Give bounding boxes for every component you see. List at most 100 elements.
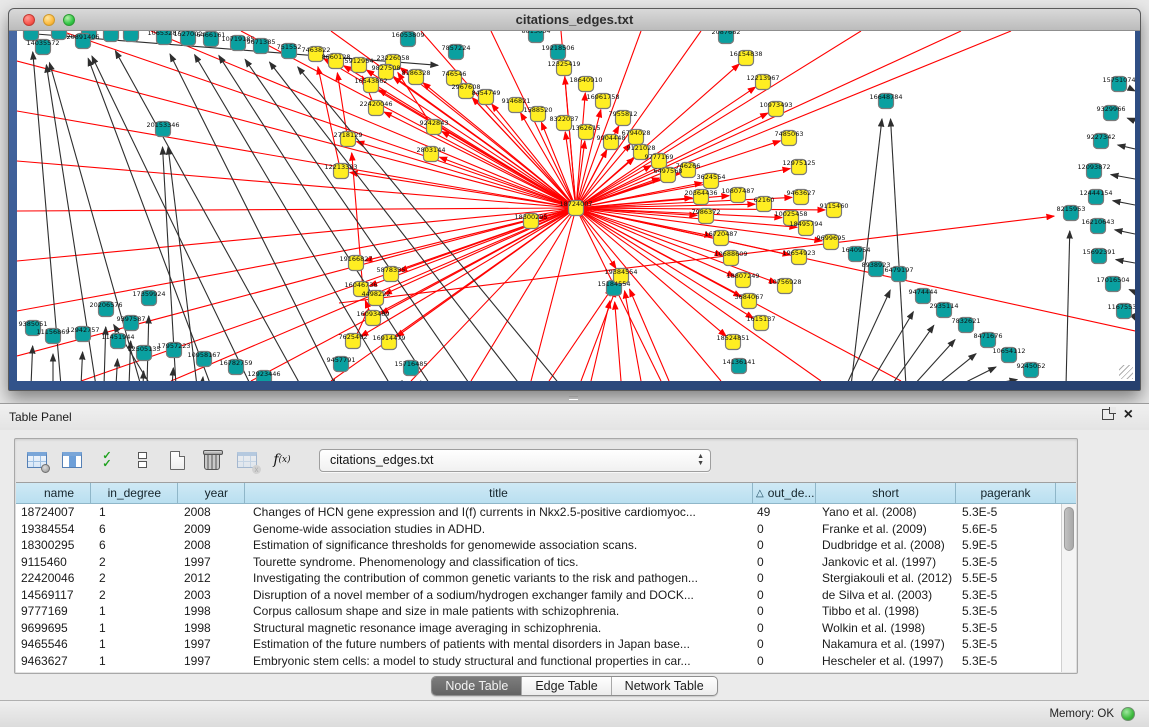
table-cell[interactable]: Tourette syndrome. Phenomenology and cla… [245,555,753,569]
table-cell[interactable]: Dudbridge et al. (2008) [816,538,956,552]
table-row[interactable]: 1872400712008Changes of HCN gene express… [16,504,1061,521]
tab-network-table[interactable]: Network Table [612,677,717,695]
table-cell[interactable]: Estimation of the future numbers of pati… [245,637,753,651]
tab-node-table[interactable]: Node Table [432,677,522,695]
table-cell[interactable]: 2008 [178,505,245,519]
table-cell[interactable]: 2 [91,555,178,569]
row-height-icon[interactable] [130,449,154,471]
table-cell[interactable]: 1 [91,505,178,519]
table-cell[interactable]: Hescheler et al. (1997) [816,654,956,668]
table-cell[interactable]: Disruption of a novel member of a sodium… [245,588,753,602]
table-cell[interactable]: 9465546 [16,637,91,651]
table-cell[interactable]: 1998 [178,604,245,618]
table-cell[interactable]: 5.3E-5 [956,588,1056,602]
table-cell[interactable]: 5.3E-5 [956,604,1056,618]
column-header-title[interactable]: title [245,483,753,503]
minimize-window-icon[interactable] [43,14,55,26]
new-table-icon[interactable] [165,449,189,471]
table-row[interactable]: 911546021997Tourette syndrome. Phenomeno… [16,554,1061,571]
table-cell[interactable]: 5.6E-5 [956,522,1056,536]
table-cell[interactable]: 0 [753,604,816,618]
column-header-year[interactable]: year [178,483,245,503]
table-cell[interactable]: 0 [753,621,816,635]
table-row[interactable]: 946362711997Embryonic stem cells: a mode… [16,653,1061,670]
table-cell[interactable]: Genome-wide association studies in ADHD. [245,522,753,536]
table-cell[interactable]: de Silva et al. (2003) [816,588,956,602]
table-cell[interactable]: Corpus callosum shape and size in male p… [245,604,753,618]
table-cell[interactable]: 1997 [178,654,245,668]
close-window-icon[interactable] [23,14,35,26]
table-cell[interactable]: 5.3E-5 [956,505,1056,519]
table-cell[interactable]: Investigating the contribution of common… [245,571,753,585]
table-cell[interactable]: Wolkin et al. (1998) [816,621,956,635]
close-panel-icon[interactable]: × [1124,409,1133,420]
table-cell[interactable]: 6 [91,522,178,536]
table-cell[interactable]: 9115460 [16,555,91,569]
table-cell[interactable]: Embryonic stem cells: a model to study s… [245,654,753,668]
table-cell[interactable]: 18300295 [16,538,91,552]
function-builder-icon[interactable]: f(x) [270,449,294,471]
table-scrollbar[interactable] [1061,504,1076,672]
table-cell[interactable]: 5.3E-5 [956,637,1056,651]
table-cell[interactable]: 0 [753,522,816,536]
table-cell[interactable]: 0 [753,571,816,585]
table-cell[interactable]: 14569117 [16,588,91,602]
column-header-name[interactable]: name [16,483,91,503]
table-cell[interactable]: 22420046 [16,571,91,585]
table-select[interactable]: citations_edges.txt ▲▼ [319,449,711,472]
float-panel-icon[interactable] [1102,409,1114,420]
column-header-short[interactable]: short [816,483,956,503]
column-header-in_degree[interactable]: in_degree [91,483,178,503]
table-cell[interactable]: 2 [91,588,178,602]
table-cell[interactable]: 5.3E-5 [956,654,1056,668]
table-cell[interactable]: 1997 [178,555,245,569]
table-cell[interactable]: 0 [753,654,816,668]
validate-columns-icon[interactable]: ✓✓ [95,449,119,471]
delete-table-icon[interactable] [200,449,224,471]
canvas-resize-grip[interactable] [1119,365,1133,379]
table-cell[interactable]: 0 [753,538,816,552]
table-cell[interactable]: 2008 [178,538,245,552]
table-cell[interactable]: 6 [91,538,178,552]
graph-node[interactable] [124,31,139,42]
table-cell[interactable]: Nakamura et al. (1997) [816,637,956,651]
table-cell[interactable]: 9463627 [16,654,91,668]
memory-status-icon[interactable] [1121,707,1135,721]
show-columns-icon[interactable] [60,449,84,471]
column-header-pagerank[interactable]: pagerank [956,483,1056,503]
table-cell[interactable]: 18724007 [16,505,91,519]
table-cell[interactable]: 1 [91,621,178,635]
table-settings-icon[interactable] [25,449,49,471]
panel-splitter-handle[interactable] [569,396,578,400]
zoom-window-icon[interactable] [63,14,75,26]
table-row[interactable]: 1456911722003Disruption of a novel membe… [16,587,1061,604]
table-cell[interactable]: Tibbo et al. (1998) [816,604,956,618]
table-cell[interactable]: Changes of HCN gene expression and I(f) … [245,505,753,519]
table-row[interactable]: 969969511998Structural magnetic resonanc… [16,620,1061,637]
table-cell[interactable]: 5.9E-5 [956,538,1056,552]
table-row[interactable]: 946554611997Estimation of the future num… [16,636,1061,653]
table-cell[interactable]: 2003 [178,588,245,602]
table-cell[interactable]: 2 [91,571,178,585]
table-cell[interactable]: 0 [753,637,816,651]
table-row[interactable]: 1938455462009Genome-wide association stu… [16,521,1061,538]
table-cell[interactable]: Jankovic et al. (1997) [816,555,956,569]
table-cell[interactable]: 5.3E-5 [956,555,1056,569]
table-cell[interactable]: 9777169 [16,604,91,618]
table-cell[interactable]: 1 [91,654,178,668]
table-cell[interactable]: Stergiakouli et al. (2012) [816,571,956,585]
table-cell[interactable]: 5.5E-5 [956,571,1056,585]
table-cell[interactable]: Structural magnetic resonance image aver… [245,621,753,635]
table-cell[interactable]: 1 [91,604,178,618]
table-cell[interactable]: 0 [753,555,816,569]
table-cell[interactable]: 1998 [178,621,245,635]
table-scrollbar-thumb[interactable] [1064,507,1074,551]
table-cell[interactable]: 5.3E-5 [956,621,1056,635]
table-cell[interactable]: 1997 [178,637,245,651]
table-row[interactable]: 1830029562008Estimation of significance … [16,537,1061,554]
tab-edge-table[interactable]: Edge Table [522,677,611,695]
network-canvas[interactable]: 1872400714035572208914061065328715270026… [17,31,1135,381]
table-cell[interactable]: 19384554 [16,522,91,536]
table-cell[interactable]: Yano et al. (2008) [816,505,956,519]
table-cell[interactable]: Estimation of significance thresholds fo… [245,538,753,552]
